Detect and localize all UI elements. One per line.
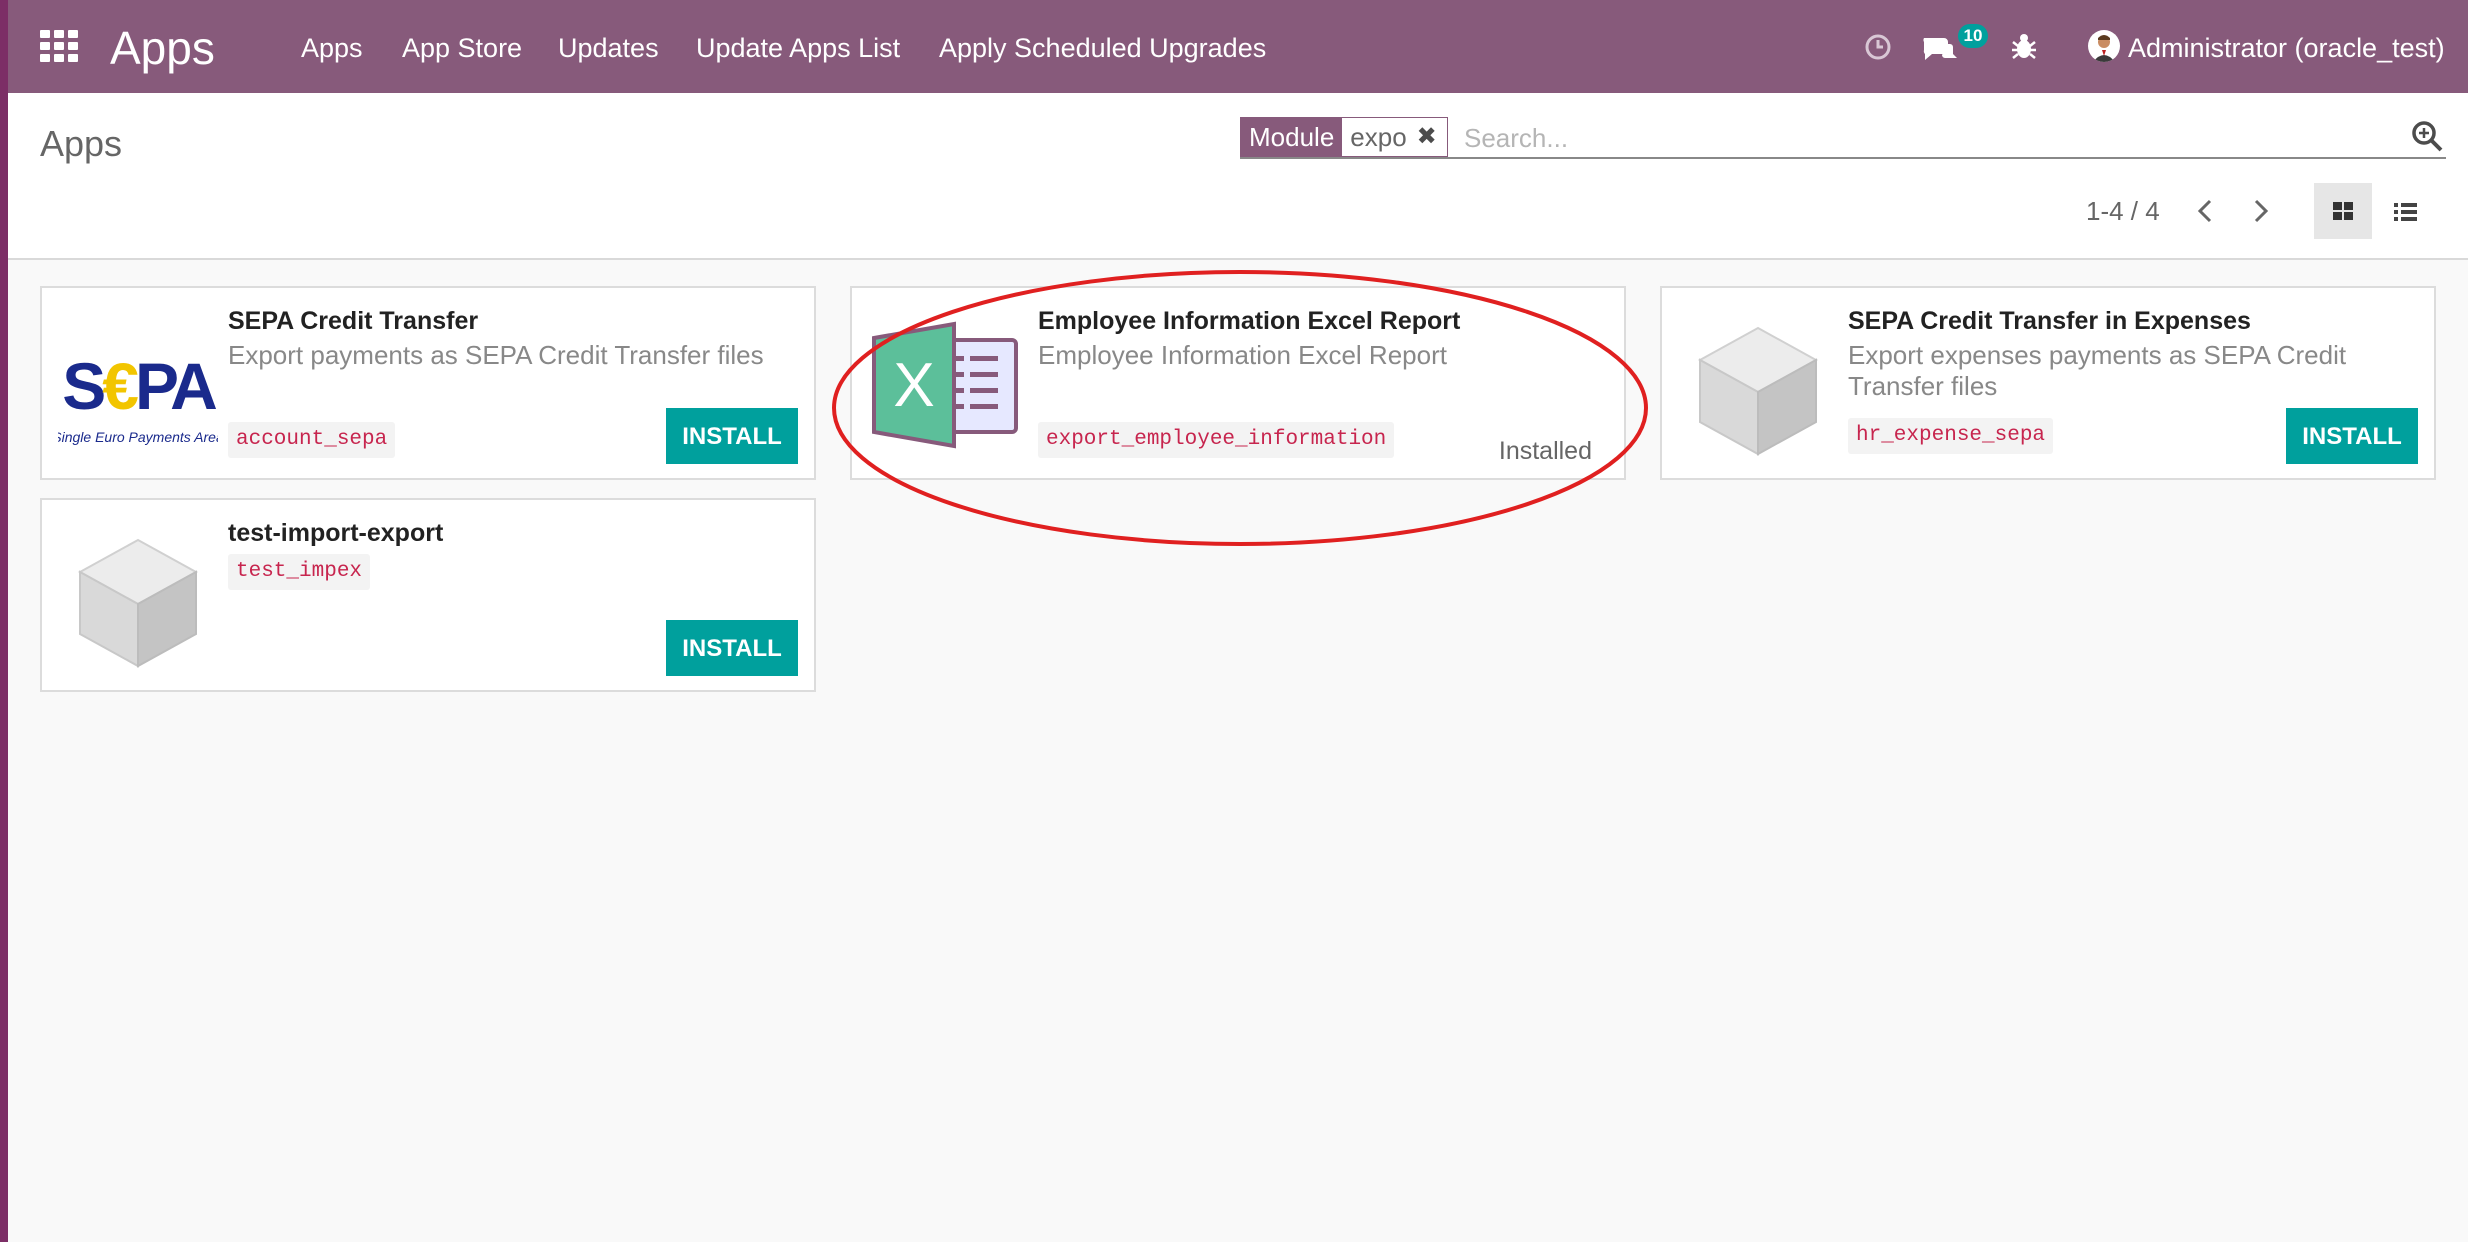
technical-name-badge: export_employee_information: [1038, 422, 1395, 458]
apps-grid-icon[interactable]: [40, 30, 78, 62]
install-button[interactable]: INSTALL: [2286, 408, 2418, 464]
technical-name-badge: hr_expense_sepa: [1848, 418, 2054, 454]
menu-updates[interactable]: Updates: [558, 30, 659, 66]
menu-apps[interactable]: Apps: [301, 30, 363, 66]
svg-text:Single Euro Payments Area: Single Euro Payments Area: [58, 429, 218, 445]
pager-value[interactable]: 1-4 / 4: [2086, 193, 2160, 229]
menu-update-apps-list[interactable]: Update Apps List: [696, 30, 900, 66]
facet-label: Module: [1241, 118, 1343, 156]
app-description: Export expenses payments as SEPA Credit …: [1848, 340, 2347, 401]
messages-count-badge: 10: [1958, 24, 1988, 48]
technical-name-badge: test_impex: [228, 554, 371, 590]
install-button[interactable]: INSTALL: [666, 408, 798, 464]
search-input[interactable]: [1462, 119, 2366, 157]
app-brand[interactable]: Apps: [110, 20, 215, 76]
user-menu[interactable]: Administrator (oracle_test): [2128, 30, 2445, 66]
facet-value: expo: [1350, 122, 1407, 152]
kanban-view-icon[interactable]: [2314, 183, 2372, 239]
bug-icon[interactable]: [2004, 26, 2044, 66]
sepa-logo: S€PA Single Euro Payments Area: [52, 304, 224, 464]
clock-icon[interactable]: [1858, 26, 1898, 66]
app-name: Employee Information Excel Report: [1038, 307, 1461, 335]
chevron-left-icon[interactable]: [2188, 193, 2224, 229]
cube-icon: [58, 516, 218, 676]
install-button[interactable]: INSTALL: [666, 620, 798, 676]
installed-status: Installed: [1498, 437, 1592, 465]
excel-icon: X: [868, 304, 1028, 464]
cube-icon: [1678, 304, 1838, 464]
app-description: Employee Information Excel Report: [1038, 340, 1447, 370]
app-name: SEPA Credit Transfer in Expenses: [1848, 307, 2251, 335]
search-icon[interactable]: [2408, 117, 2446, 155]
app-name: SEPA Credit Transfer: [228, 307, 479, 335]
app-card-test-impex[interactable]: test-import-export test_impex INSTALL: [40, 498, 816, 692]
app-card-hr-expense-sepa[interactable]: SEPA Credit Transfer in Expenses Export …: [1660, 286, 2436, 480]
close-icon[interactable]: ✖: [1417, 118, 1437, 156]
avatar[interactable]: [2088, 30, 2120, 62]
app-name: test-import-export: [228, 519, 444, 547]
app-description: Export payments as SEPA Credit Transfer …: [228, 340, 764, 370]
search-bar: Module expo ✖: [1240, 115, 2446, 159]
technical-name-badge: account_sepa: [228, 422, 396, 458]
menu-app-store[interactable]: App Store: [402, 30, 522, 66]
top-navbar: Apps Apps App Store Updates Update Apps …: [8, 0, 2468, 93]
chevron-right-icon[interactable]: [2242, 193, 2278, 229]
svg-text:S€PA: S€PA: [62, 349, 216, 423]
search-facet: Module expo ✖: [1240, 117, 1448, 157]
control-panel: Apps Module expo ✖ 1-4 / 4: [8, 93, 2468, 260]
list-view-icon[interactable]: [2376, 183, 2434, 239]
svg-text:X: X: [893, 351, 934, 420]
app-card-account-sepa[interactable]: S€PA Single Euro Payments Area SEPA Cred…: [40, 286, 816, 480]
chat-icon[interactable]: [1918, 26, 1958, 66]
facet-value-container: expo ✖: [1342, 118, 1447, 156]
breadcrumb: Apps: [40, 123, 123, 164]
app-card-export-employee-information[interactable]: X Employee Information Excel Report Empl…: [850, 286, 1626, 480]
menu-apply-scheduled-upgrades[interactable]: Apply Scheduled Upgrades: [939, 30, 1266, 66]
left-edge-strip: [0, 0, 8, 1242]
